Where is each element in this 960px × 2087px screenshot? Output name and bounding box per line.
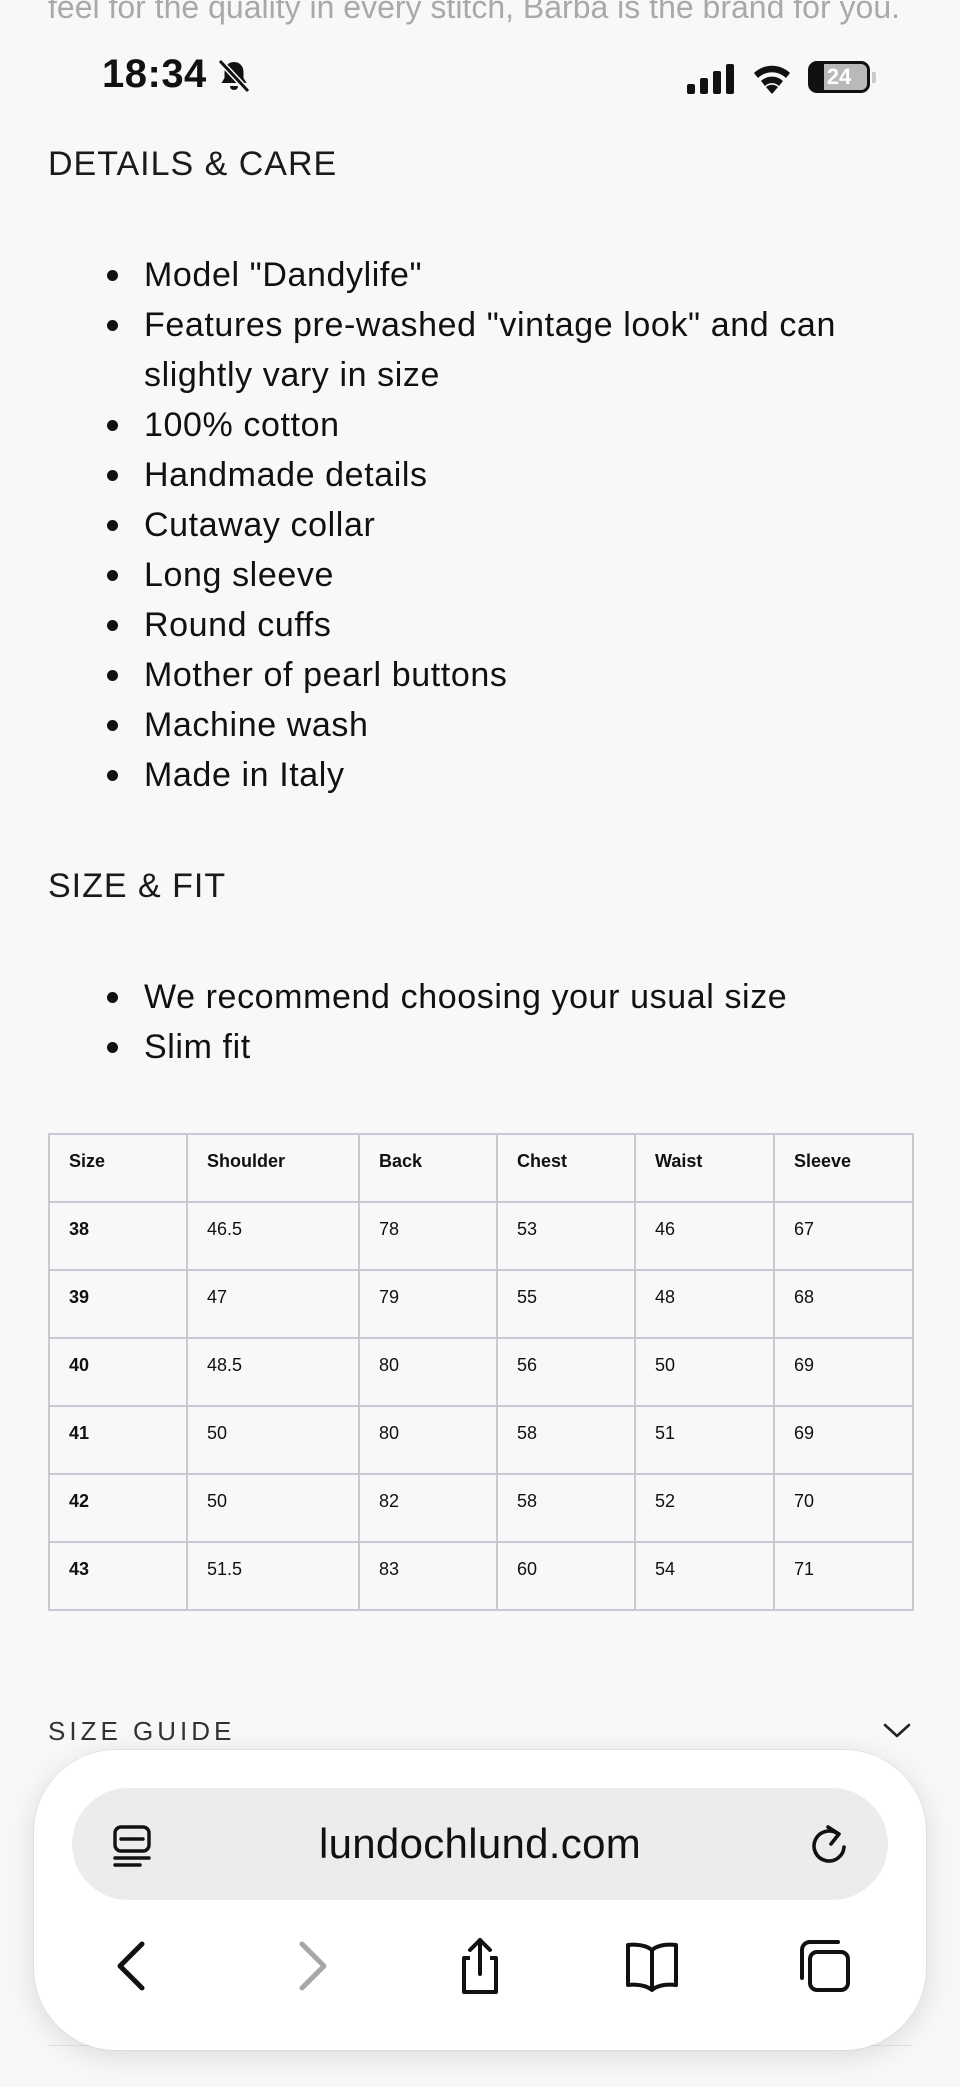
table-row: 43 51.5 83 60 54 71 (48, 1541, 914, 1611)
table-cell: 48 (634, 1269, 775, 1339)
list-item: Model "Dandylife" (107, 250, 904, 300)
list-item: Mother of pearl buttons (107, 650, 904, 700)
table-cell: 71 (773, 1541, 914, 1611)
table-cell: 39 (48, 1269, 188, 1339)
size-table: Size Shoulder Back Chest Waist Sleeve 38… (48, 1133, 914, 1611)
table-cell: 70 (773, 1473, 914, 1543)
status-time: 18:34 (102, 52, 207, 96)
list-item: Slim fit (107, 1022, 904, 1072)
column-header: Waist (634, 1133, 775, 1203)
bookmarks-icon[interactable] (624, 1936, 680, 1996)
size-fit-heading: SIZE & FIT (48, 867, 227, 905)
table-cell: 50 (186, 1405, 360, 1475)
list-item: Long sleeve (107, 550, 904, 600)
table-cell: 43 (48, 1541, 188, 1611)
list-item: Features pre-washed "vintage look" and c… (107, 300, 904, 400)
table-cell: 58 (496, 1473, 636, 1543)
table-cell: 68 (773, 1269, 914, 1339)
list-item: Machine wash (107, 700, 904, 750)
cellular-signal-icon (687, 64, 734, 94)
table-cell: 50 (186, 1473, 360, 1543)
tabs-icon[interactable] (796, 1936, 852, 1996)
size-guide-label: SIZE GUIDE (48, 1716, 236, 1746)
table-cell: 69 (773, 1405, 914, 1475)
battery-percentage: 24 (826, 64, 852, 89)
table-row: 42 50 82 58 52 70 (48, 1473, 914, 1543)
size-fit-list: We recommend choosing your usual size Sl… (107, 972, 904, 1072)
table-cell: 83 (358, 1541, 498, 1611)
table-cell: 50 (634, 1337, 775, 1407)
battery-cap (872, 72, 876, 83)
share-icon[interactable] (452, 1936, 508, 1996)
table-cell: 40 (48, 1337, 188, 1407)
chevron-down-icon[interactable] (882, 1718, 912, 1742)
list-item: We recommend choosing your usual size (107, 972, 904, 1022)
table-row: 38 46.5 78 53 46 67 (48, 1201, 914, 1271)
column-header: Size (48, 1133, 188, 1203)
table-cell: 78 (358, 1201, 498, 1271)
table-header-row: Size Shoulder Back Chest Waist Sleeve (48, 1133, 914, 1203)
table-cell: 82 (358, 1473, 498, 1543)
table-cell: 46 (634, 1201, 775, 1271)
table-cell: 51.5 (186, 1541, 360, 1611)
list-item: 100% cotton (107, 400, 904, 450)
column-header: Chest (496, 1133, 636, 1203)
column-header: Back (358, 1133, 498, 1203)
address-bar[interactable]: lundochlund.com (72, 1788, 888, 1900)
url-text[interactable]: lundochlund.com (72, 1820, 888, 1868)
table-cell: 46.5 (186, 1201, 360, 1271)
wifi-icon (754, 65, 790, 94)
table-cell: 53 (496, 1201, 636, 1271)
product-description-text: feel for the quality in every stitch, Ba… (48, 0, 900, 25)
list-item: Made in Italy (107, 750, 904, 800)
details-care-heading: DETAILS & CARE (48, 145, 338, 183)
table-cell: 60 (496, 1541, 636, 1611)
table-cell: 54 (634, 1541, 775, 1611)
back-icon[interactable] (104, 1936, 160, 1996)
table-cell: 52 (634, 1473, 775, 1543)
table-cell: 47 (186, 1269, 360, 1339)
table-cell: 69 (773, 1337, 914, 1407)
table-cell: 42 (48, 1473, 188, 1543)
table-row: 41 50 80 58 51 69 (48, 1405, 914, 1475)
bell-muted-icon (217, 58, 251, 94)
column-header: Sleeve (773, 1133, 914, 1203)
table-cell: 56 (496, 1337, 636, 1407)
table-cell: 41 (48, 1405, 188, 1475)
column-header: Shoulder (186, 1133, 360, 1203)
table-cell: 67 (773, 1201, 914, 1271)
details-care-list: Model "Dandylife" Features pre-washed "v… (107, 250, 904, 800)
table-row: 39 47 79 55 48 68 (48, 1269, 914, 1339)
size-guide-accordion[interactable]: SIZE GUIDE (48, 1712, 912, 1752)
table-cell: 38 (48, 1201, 188, 1271)
table-cell: 48.5 (186, 1337, 360, 1407)
table-cell: 58 (496, 1405, 636, 1475)
table-cell: 51 (634, 1405, 775, 1475)
table-cell: 80 (358, 1337, 498, 1407)
battery-indicator: 24 (808, 61, 870, 93)
table-cell: 55 (496, 1269, 636, 1339)
table-row: 40 48.5 80 56 50 69 (48, 1337, 914, 1407)
list-item: Handmade details (107, 450, 904, 500)
status-bar: 18:34 24 (0, 50, 960, 106)
list-item: Cutaway collar (107, 500, 904, 550)
forward-icon[interactable] (284, 1936, 340, 1996)
list-item: Round cuffs (107, 600, 904, 650)
table-cell: 79 (358, 1269, 498, 1339)
product-page: feel for the quality in every stitch, Ba… (0, 0, 960, 2087)
reload-icon[interactable] (806, 1822, 852, 1868)
table-cell: 80 (358, 1405, 498, 1475)
browser-toolbar: lundochlund.com (34, 1750, 926, 2050)
